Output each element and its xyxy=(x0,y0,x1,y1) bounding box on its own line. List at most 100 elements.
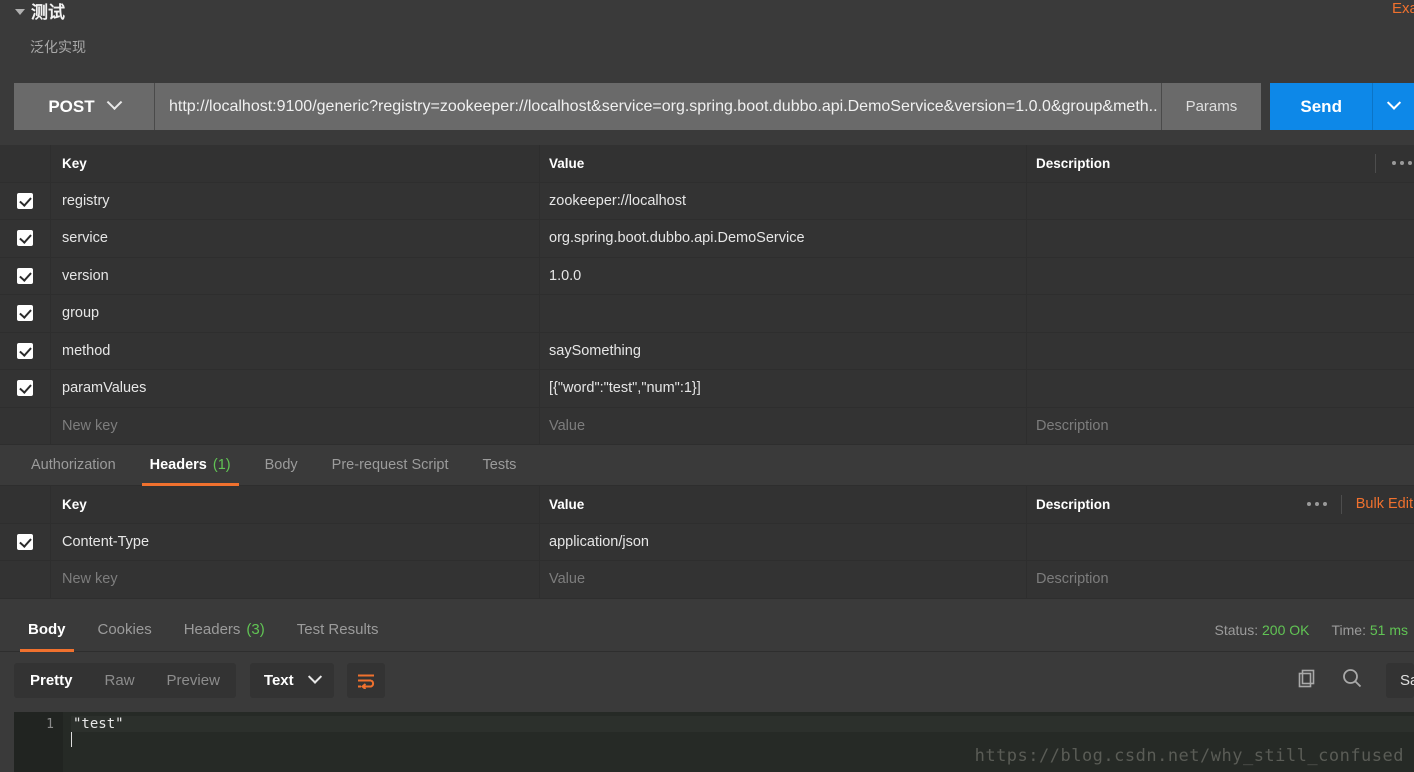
examples-link[interactable]: Examples xyxy=(1392,0,1414,17)
params-header-key: Key xyxy=(51,145,540,182)
params-row-description[interactable] xyxy=(1027,370,1414,407)
table-row[interactable]: service org.spring.boot.dubbo.api.DemoSer… xyxy=(0,220,1414,258)
params-row-value[interactable]: zookeeper://localhost xyxy=(540,182,1027,219)
params-new-key-input[interactable]: New key xyxy=(51,407,540,444)
headers-row-checkbox-cell[interactable] xyxy=(0,523,51,560)
body-view-pretty[interactable]: Pretty xyxy=(14,663,89,698)
params-row-checkbox-cell[interactable] xyxy=(0,332,51,369)
params-row-key[interactable]: method xyxy=(51,332,540,369)
table-row[interactable]: method saySomething xyxy=(0,332,1414,370)
params-row-key[interactable]: version xyxy=(51,257,540,294)
watermark: https://blog.csdn.net/why_still_confused xyxy=(974,746,1404,766)
table-row[interactable]: paramValues [{"word":"test","num":1}] xyxy=(0,370,1414,408)
divider xyxy=(1375,153,1376,173)
checkbox-checked-icon[interactable] xyxy=(17,533,33,550)
more-options-icon[interactable] xyxy=(1392,161,1412,166)
params-new-row[interactable]: New key Value Description xyxy=(0,407,1414,445)
params-row-description[interactable] xyxy=(1027,257,1414,294)
params-row-value[interactable]: org.spring.boot.dubbo.api.DemoService xyxy=(540,220,1027,257)
params-row-checkbox-cell[interactable] xyxy=(0,295,51,332)
tab-label: Cookies xyxy=(97,620,152,638)
response-meta: Status: 200 OK Time: 51 ms xyxy=(1215,607,1408,652)
headers-table-header-row: Key Value Description Bulk Edit xyxy=(0,486,1414,524)
params-row-value[interactable]: 1.0.0 xyxy=(540,257,1027,294)
params-row-key[interactable]: service xyxy=(51,220,540,257)
params-row-key[interactable]: paramValues xyxy=(51,370,540,407)
params-row-description[interactable] xyxy=(1027,182,1414,219)
checkbox-checked-icon[interactable] xyxy=(17,380,33,397)
line-number: 1 xyxy=(46,717,54,732)
checkbox-checked-icon[interactable] xyxy=(17,230,33,247)
params-row-value[interactable]: [{"word":"test","num":1}] xyxy=(540,370,1027,407)
table-row[interactable]: group xyxy=(0,295,1414,333)
copy-button[interactable] xyxy=(1296,667,1318,694)
response-tab-body[interactable]: Body xyxy=(12,607,82,652)
copy-icon xyxy=(1298,669,1315,688)
more-options-icon[interactable] xyxy=(1306,502,1327,507)
http-method-label: POST xyxy=(48,96,95,116)
headers-row-key[interactable]: Content-Type xyxy=(51,523,540,560)
tab-pre-request-script[interactable]: Pre-request Script xyxy=(315,445,466,486)
url-bar: POST http://localhost:9100/generic?regis… xyxy=(14,83,1414,130)
tab-tests[interactable]: Tests xyxy=(466,445,534,486)
response-tab-cookies[interactable]: Cookies xyxy=(82,607,168,652)
search-button[interactable] xyxy=(1340,666,1364,695)
checkbox-checked-icon[interactable] xyxy=(17,192,33,209)
params-row-description[interactable] xyxy=(1027,295,1414,332)
headers-new-row[interactable]: New key Value Description xyxy=(0,561,1414,599)
url-input[interactable]: http://localhost:9100/generic?registry=z… xyxy=(154,83,1162,130)
params-row-description[interactable] xyxy=(1027,220,1414,257)
send-button[interactable]: Send xyxy=(1270,83,1374,130)
headers-new-check-cell xyxy=(0,561,51,598)
params-row-checkbox-cell[interactable] xyxy=(0,370,51,407)
status-value: 200 OK xyxy=(1262,621,1310,638)
body-format-select[interactable]: Text xyxy=(249,663,334,698)
response-tabs: Body Cookies Headers (3) Test Results Status… xyxy=(0,607,1414,652)
params-new-check-cell xyxy=(0,407,51,444)
tab-label: Headers xyxy=(183,620,241,638)
params-row-checkbox-cell[interactable] xyxy=(0,220,51,257)
word-wrap-icon xyxy=(357,674,374,689)
tab-body[interactable]: Body xyxy=(248,445,315,486)
table-row[interactable]: version 1.0.0 xyxy=(0,257,1414,295)
response-tab-test-results[interactable]: Test Results xyxy=(281,607,395,652)
params-row-checkbox-cell[interactable] xyxy=(0,182,51,219)
send-options-button[interactable] xyxy=(1373,83,1414,130)
table-row[interactable]: registry zookeeper://localhost xyxy=(0,182,1414,220)
params-row-value[interactable]: saySomething xyxy=(540,332,1027,369)
request-title-row[interactable]: 测试 xyxy=(15,0,65,23)
params-new-description-input[interactable]: Description xyxy=(1027,407,1414,444)
search-icon xyxy=(1343,669,1362,688)
headers-row-value[interactable]: application/json xyxy=(540,523,1027,560)
headers-new-value-input[interactable]: Value xyxy=(540,561,1027,598)
params-row-checkbox-cell[interactable] xyxy=(0,257,51,294)
params-row-value[interactable] xyxy=(540,295,1027,332)
tab-label: Headers xyxy=(149,457,207,473)
text-cursor xyxy=(71,732,72,747)
params-header-description: Description xyxy=(1027,145,1414,182)
body-view-raw[interactable]: Raw xyxy=(89,663,151,698)
save-response-button[interactable]: Save Response xyxy=(1386,663,1414,698)
body-view-preview[interactable]: Preview xyxy=(151,663,236,698)
params-row-description[interactable] xyxy=(1027,332,1414,369)
headers-new-description-input[interactable]: Description xyxy=(1027,561,1414,598)
checkbox-checked-icon[interactable] xyxy=(17,267,33,284)
params-row-key[interactable]: registry xyxy=(51,182,540,219)
checkbox-checked-icon[interactable] xyxy=(17,342,33,359)
headers-new-key-input[interactable]: New key xyxy=(51,561,540,598)
word-wrap-button[interactable] xyxy=(346,663,385,698)
time-badge: Time: 51 ms xyxy=(1332,622,1409,638)
checkbox-checked-icon[interactable] xyxy=(17,305,33,322)
chevron-down-icon[interactable] xyxy=(15,8,25,15)
table-row[interactable]: Content-Type application/json xyxy=(0,523,1414,561)
headers-header-value: Value xyxy=(540,486,1027,523)
params-button[interactable]: Params xyxy=(1161,83,1262,130)
params-row-key[interactable]: group xyxy=(51,295,540,332)
headers-row-description[interactable] xyxy=(1027,523,1414,560)
http-method-select[interactable]: POST xyxy=(14,83,155,130)
response-tab-headers[interactable]: Headers (3) xyxy=(168,607,281,652)
tab-authorization[interactable]: Authorization xyxy=(14,445,133,486)
tab-headers[interactable]: Headers (1) xyxy=(133,445,248,486)
params-new-value-input[interactable]: Value xyxy=(540,407,1027,444)
bulk-edit-button[interactable]: Bulk Edit xyxy=(1356,496,1414,512)
